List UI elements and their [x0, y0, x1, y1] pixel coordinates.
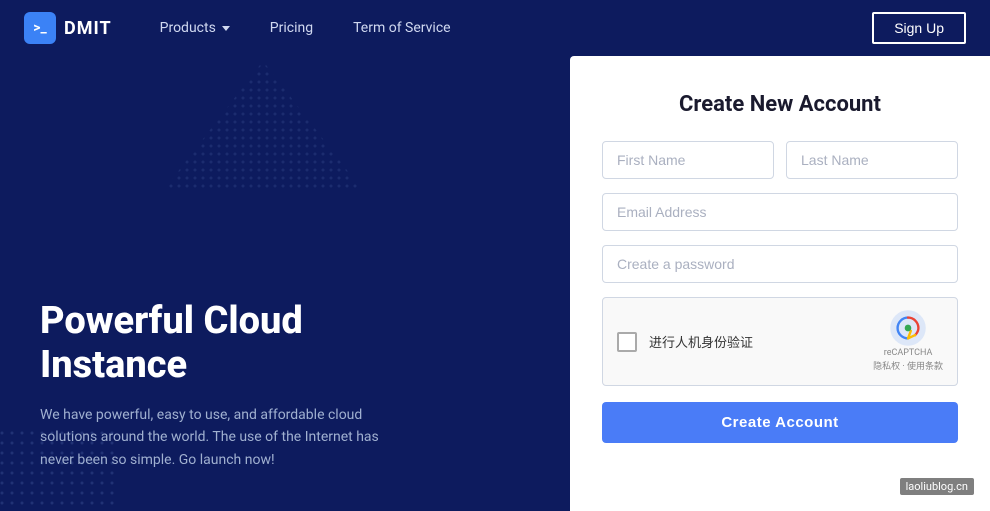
recaptcha-checkbox[interactable] — [617, 332, 637, 352]
first-name-input[interactable] — [602, 141, 774, 179]
hero-title: Powerful CloudInstance — [40, 300, 530, 387]
main-content: Powerful CloudInstance We have powerful,… — [0, 56, 990, 511]
email-input[interactable] — [602, 193, 958, 231]
navbar: >_ DMIT Products Pricing Term of Service… — [0, 0, 990, 56]
create-account-button[interactable]: Create Account — [602, 402, 958, 443]
recaptcha-links: 隐私权 · 使用条款 — [873, 362, 943, 374]
nav-link-tos[interactable]: Term of Service — [337, 12, 466, 44]
password-input[interactable] — [602, 245, 958, 283]
nav-links: Products Pricing Term of Service — [144, 12, 873, 44]
nav-link-pricing[interactable]: Pricing — [254, 12, 329, 44]
last-name-input[interactable] — [786, 141, 958, 179]
logo[interactable]: >_ DMIT — [24, 12, 112, 44]
email-group — [602, 193, 958, 231]
hero-section: Powerful CloudInstance We have powerful,… — [0, 56, 570, 511]
recaptcha-right: reCAPTCHA 隐私权 · 使用条款 — [873, 310, 943, 373]
logo-text: DMIT — [64, 18, 112, 39]
signup-form-panel: Create New Account 进行人机身份验证 — [570, 56, 990, 511]
name-row — [602, 141, 958, 179]
nav-link-products[interactable]: Products — [144, 12, 246, 44]
recaptcha-box[interactable]: 进行人机身份验证 reCAPTCHA 隐私权 · 使用条款 — [602, 297, 958, 386]
dots-decoration — [0, 431, 120, 511]
mountain-decoration — [153, 56, 373, 196]
signup-button[interactable]: Sign Up — [872, 12, 966, 44]
recaptcha-left: 进行人机身份验证 — [617, 332, 753, 352]
form-title: Create New Account — [602, 92, 958, 117]
chevron-down-icon — [222, 26, 230, 31]
logo-icon: >_ — [24, 12, 56, 44]
recaptcha-brand: reCAPTCHA — [884, 348, 933, 360]
password-group — [602, 245, 958, 283]
recaptcha-logo-icon — [890, 310, 926, 346]
recaptcha-label: 进行人机身份验证 — [649, 332, 753, 351]
